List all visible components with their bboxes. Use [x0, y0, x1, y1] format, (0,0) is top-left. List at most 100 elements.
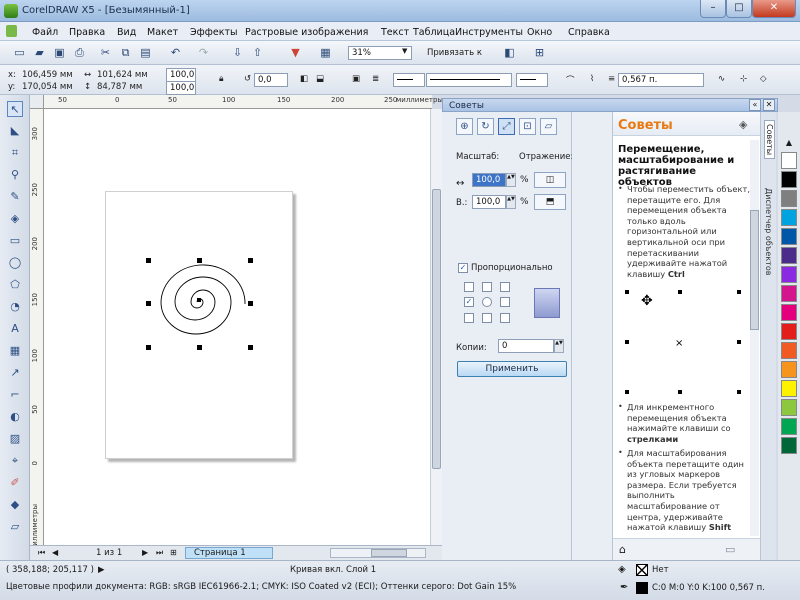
node-icon[interactable]: ◇	[760, 74, 767, 84]
import-icon[interactable]: ⇩	[230, 46, 245, 60]
tab-tips[interactable]: Советы	[764, 120, 775, 160]
menu-tools[interactable]: Инструменты	[455, 27, 523, 38]
quick-trace-icon[interactable]: ⊹	[740, 74, 747, 84]
welcome-icon[interactable]: ⊞	[532, 46, 547, 60]
menu-layout[interactable]: Макет	[147, 27, 178, 38]
proportional-checkbox[interactable]: ✓	[458, 263, 468, 273]
mirror-h-icon[interactable]: ◧	[300, 74, 308, 84]
ruler-origin[interactable]	[30, 95, 44, 109]
ellipse-tool-icon[interactable]: ◯	[7, 255, 23, 271]
tab-object-manager[interactable]: Диспетчер объектов	[764, 188, 773, 275]
chevron-down-icon[interactable]: ▼	[402, 47, 407, 55]
color-swatch[interactable]	[781, 171, 797, 188]
start-arrow-select[interactable]	[393, 73, 425, 87]
color-swatch[interactable]	[781, 266, 797, 283]
cut-icon[interactable]: ✂	[98, 46, 113, 60]
transparency-tool-icon[interactable]: ▨	[7, 431, 23, 447]
zoom-tool-icon[interactable]: ⚲	[7, 167, 23, 183]
position-tab-icon[interactable]: ⊕	[456, 118, 473, 135]
menu-table[interactable]: Таблица	[413, 27, 455, 38]
angle-field[interactable]: 0,0	[254, 73, 288, 87]
anchor-center[interactable]	[482, 297, 492, 307]
prev-page-icon[interactable]: ◀	[52, 548, 58, 557]
wrap-text-icon[interactable]: ≣	[372, 74, 379, 84]
snap-to-label[interactable]: Привязать к	[427, 48, 482, 58]
docker-close-icon[interactable]: ✕	[763, 99, 775, 111]
anchor-bc[interactable]	[482, 313, 492, 323]
options-icon[interactable]: ◧	[502, 46, 517, 60]
new-icon[interactable]: ▭	[12, 46, 27, 60]
scroll-thumb[interactable]	[432, 189, 441, 469]
add-page-icon[interactable]: ⊞	[170, 548, 177, 557]
color-swatch[interactable]	[781, 209, 797, 226]
horizontal-scrollbar[interactable]	[330, 548, 426, 558]
rotate-tab-icon[interactable]: ↻	[477, 118, 494, 135]
break-icon[interactable]: ⌇	[590, 74, 594, 84]
spiral-object[interactable]	[140, 252, 260, 356]
color-swatch[interactable]	[781, 399, 797, 416]
scale-y-field[interactable]: 100,0	[166, 81, 196, 95]
home-icon[interactable]: ⌂	[619, 543, 626, 556]
combine-icon[interactable]: ▣	[352, 74, 360, 84]
save-icon[interactable]: ▣	[52, 46, 67, 60]
play-icon[interactable]: ▶	[98, 565, 105, 575]
anchor-tr[interactable]	[500, 282, 510, 292]
first-page-icon[interactable]: ⏮	[38, 548, 45, 558]
horizontal-ruler[interactable]: 50 0 50 100 150 200 250 миллиметры	[44, 95, 443, 109]
color-swatch[interactable]	[781, 437, 797, 454]
open-icon[interactable]: ▰	[32, 46, 47, 60]
horizontal-scale-field[interactable]: 100,0	[472, 173, 506, 187]
palette-up-icon[interactable]: ▲	[781, 138, 797, 148]
crop-tool-icon[interactable]: ⌗	[7, 145, 23, 161]
tips-scrollbar[interactable]	[750, 140, 759, 536]
blend-tool-icon[interactable]: ◐	[7, 409, 23, 425]
color-swatch[interactable]	[781, 228, 797, 245]
color-profiles[interactable]: Цветовые профили документа: RGB: sRGB IE…	[6, 582, 516, 592]
color-swatch[interactable]	[781, 418, 797, 435]
shape-tool-icon[interactable]: ◣	[7, 123, 23, 139]
menu-file[interactable]: Файл	[32, 27, 58, 38]
resize-handle[interactable]	[248, 345, 253, 350]
rectangle-tool-icon[interactable]: ▭	[7, 233, 23, 249]
back-icon[interactable]: ▭	[725, 543, 735, 556]
color-swatch[interactable]	[781, 304, 797, 321]
menu-edit[interactable]: Правка	[69, 27, 105, 38]
pick-tool-icon[interactable]: ↖	[7, 101, 23, 117]
print-icon[interactable]: ⎙	[72, 46, 87, 60]
resize-handle[interactable]	[146, 301, 151, 306]
color-swatch[interactable]	[781, 323, 797, 340]
close-curve-icon[interactable]: ⌒	[566, 74, 575, 86]
v-scale-spinner[interactable]: ▲▼	[506, 195, 516, 209]
interactive-fill-icon[interactable]: ▱	[7, 519, 23, 535]
copy-icon[interactable]: ⧉	[118, 46, 133, 60]
last-page-icon[interactable]: ⏭	[156, 548, 163, 558]
object-height[interactable]: 84,787 мм	[97, 82, 142, 92]
menu-text[interactable]: Текст	[381, 27, 409, 38]
lock-ratio-icon[interactable]: 🔒︎	[219, 74, 224, 84]
export-icon[interactable]: ⇧	[250, 46, 265, 60]
smart-fill-icon[interactable]: ◈	[7, 211, 23, 227]
fill-tool-icon[interactable]: ◆	[7, 497, 23, 513]
mirror-horizontal-button[interactable]: ◫	[534, 172, 566, 188]
polygon-tool-icon[interactable]: ⬠	[7, 277, 23, 293]
anchor-br[interactable]	[500, 313, 510, 323]
vertical-ruler[interactable]: 300 250 200 150 100 50 0 миллиметры	[30, 109, 44, 551]
anchor-mr[interactable]	[500, 297, 510, 307]
next-page-icon[interactable]: ▶	[142, 548, 148, 557]
color-swatch[interactable]	[781, 285, 797, 302]
undo-icon[interactable]: ↶	[168, 46, 183, 60]
page-tab[interactable]: Страница 1	[185, 547, 273, 559]
scale-x-field[interactable]: 100,0	[166, 68, 196, 82]
outline-width-field[interactable]: 0,567 п.	[618, 73, 704, 87]
menu-help[interactable]: Справка	[568, 27, 610, 38]
x-position[interactable]: 106,459 мм	[22, 70, 73, 80]
connector-tool-icon[interactable]: ⌐	[7, 387, 23, 403]
mirror-vertical-button[interactable]: ⬒	[534, 194, 566, 210]
color-swatch[interactable]	[781, 190, 797, 207]
basic-shapes-icon[interactable]: ◔	[7, 299, 23, 315]
end-arrow-select[interactable]	[516, 73, 548, 87]
text-tool-icon[interactable]: A	[7, 321, 23, 337]
line-style-select[interactable]	[426, 73, 512, 87]
dimension-tool-icon[interactable]: ↗	[7, 365, 23, 381]
skew-tab-icon[interactable]: ▱	[540, 118, 557, 135]
